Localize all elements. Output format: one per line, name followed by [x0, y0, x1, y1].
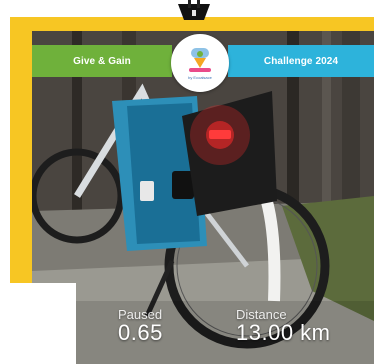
- paused-value: 0.65: [118, 320, 163, 345]
- challenge-logo-icon: [189, 48, 211, 72]
- yellow-frame-left: [10, 17, 32, 283]
- banner-left-text: Give & Gain: [73, 55, 131, 67]
- banner-left: Give & Gain: [32, 45, 172, 77]
- badge-caption: by Ecoalsace: [188, 75, 212, 80]
- distance-stat: Distance 13.00 km: [236, 307, 331, 344]
- paused-label: Paused: [118, 307, 163, 322]
- binder-clip-icon: [176, 0, 212, 20]
- banner-right: Challenge 2024: [228, 45, 374, 77]
- corner-mask: [0, 283, 76, 364]
- distance-label: Distance: [236, 307, 287, 322]
- paused-stat: Paused 0.65: [118, 307, 163, 344]
- challenge-badge: by Ecoalsace: [171, 34, 229, 92]
- banner-right-text: Challenge 2024: [263, 55, 339, 67]
- distance-value: 13.00 km: [236, 320, 331, 345]
- post-card: Give & Gain Challenge 2024 by Ecoalsace …: [0, 0, 374, 364]
